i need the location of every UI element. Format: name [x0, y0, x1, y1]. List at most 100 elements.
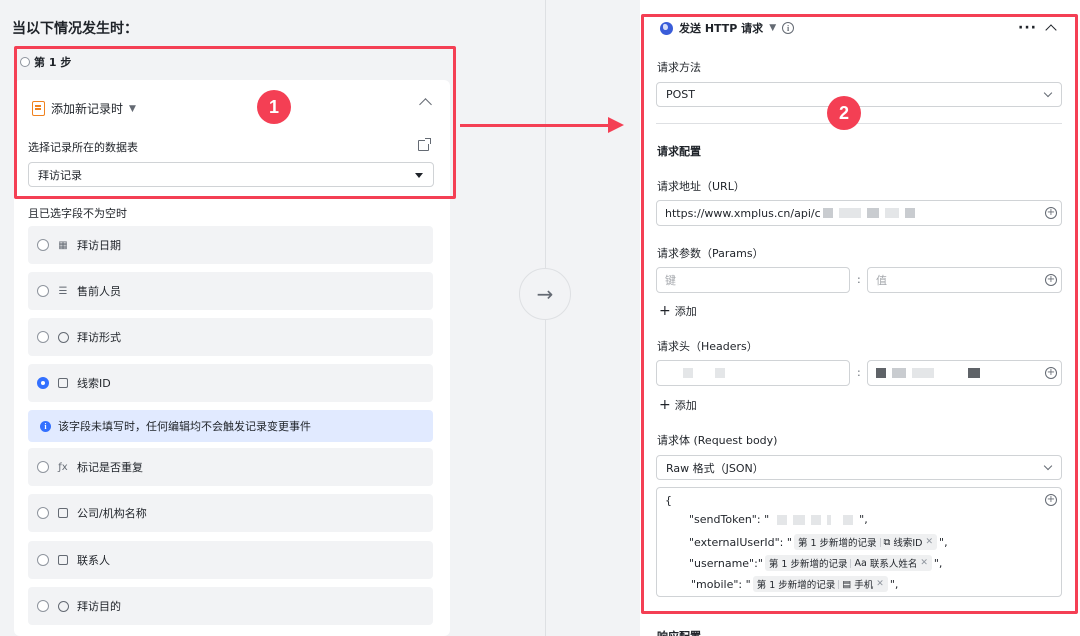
more-icon[interactable]: ···: [1018, 20, 1037, 36]
radio-button[interactable]: [37, 507, 49, 519]
dropdown-triangle-icon: [415, 172, 423, 178]
tag-divider: [838, 579, 840, 589]
code-line: "externalUserId": " 第 1 步新增的记录 ⧉ 线索ID ✕ …: [689, 534, 948, 550]
field-option[interactable]: ▦ 拜访日期: [28, 226, 433, 264]
field-option[interactable]: 拜访目的: [28, 587, 433, 625]
field-label: 线索ID: [77, 377, 111, 390]
insert-variable-icon[interactable]: +: [1045, 274, 1057, 286]
add-param-button[interactable]: + 添加: [659, 303, 697, 319]
caret-down-icon: ▼: [769, 23, 777, 33]
radio-button[interactable]: [37, 554, 49, 566]
tag-divider: [850, 558, 852, 568]
step-row: 第 1 步: [20, 54, 71, 70]
field-option[interactable]: ☰ 售前人员: [28, 272, 433, 310]
formula-icon: ƒx: [58, 461, 68, 473]
radio-button[interactable]: [37, 461, 49, 473]
code-line: "mobile": " 第 1 步新增的记录 ▤ 手机 ✕ ",: [691, 576, 898, 592]
action-type-label: 发送 HTTP 请求: [679, 22, 764, 35]
table-select-value: 拜访记录: [38, 168, 82, 182]
radio-button[interactable]: [37, 285, 49, 297]
params-key-input[interactable]: 键: [656, 267, 850, 293]
radio-button-checked[interactable]: [37, 377, 49, 389]
annotation-arrow-head: [608, 117, 624, 133]
tag-field: 线索ID: [893, 538, 923, 549]
field-option[interactable]: 公司/机构名称: [28, 494, 433, 532]
send-token-key: "sendToken": ": [689, 513, 770, 526]
redacted: [904, 208, 915, 218]
headers-label: 请求头（Headers）: [657, 340, 758, 353]
redacted: [793, 514, 806, 525]
tag-source: 第 1 步新增的记录: [756, 580, 836, 591]
text-doc-icon: [57, 554, 69, 566]
config-section-title: 请求配置: [657, 145, 701, 158]
radio-button[interactable]: [37, 331, 49, 343]
caret-down-icon: ▼: [129, 103, 136, 114]
annotation-badge-1: 1: [257, 90, 291, 124]
add-header-button[interactable]: + 添加: [659, 397, 697, 413]
trigger-type-dropdown[interactable]: 添加新记录时 ▼: [32, 100, 136, 117]
link-record-icon: ⧉: [883, 536, 891, 548]
field-option-selected[interactable]: 线索ID: [28, 364, 433, 402]
action-type-dropdown[interactable]: 发送 HTTP 请求 ▼ i: [660, 20, 795, 36]
url-input[interactable]: https://www.xmplus.cn/api/c: [656, 200, 1062, 226]
redacted: [811, 514, 822, 525]
url-value: https://www.xmplus.cn/api/c: [665, 206, 821, 220]
headers-value-input[interactable]: [867, 360, 1062, 386]
insert-variable-icon[interactable]: +: [1045, 494, 1057, 506]
method-select[interactable]: POST: [656, 82, 1062, 107]
mobile-key: "mobile": ": [691, 577, 751, 591]
redacted: [968, 368, 980, 378]
remove-icon[interactable]: ✕: [876, 579, 884, 589]
field-option[interactable]: 联系人: [28, 541, 433, 579]
body-format-select[interactable]: Raw 格式（JSON）: [656, 455, 1062, 480]
params-value-input[interactable]: 值: [867, 267, 1062, 293]
request-body-editor[interactable]: + { "sendToken": " ", "externalUserId": …: [656, 487, 1062, 597]
step-label: 第 1 步: [34, 56, 72, 69]
field-label: 拜访日期: [77, 239, 121, 252]
body-label: 请求体 (Request body): [657, 434, 778, 447]
remove-icon[interactable]: ✕: [925, 537, 933, 547]
tag-field: 联系人姓名: [869, 559, 918, 570]
chevron-down-icon: [1043, 461, 1053, 470]
line-end: ",: [933, 556, 943, 570]
plus-icon: +: [659, 397, 671, 413]
redacted: [838, 208, 861, 218]
variable-tag[interactable]: 第 1 步新增的记录 ⧉ 线索ID ✕: [793, 534, 938, 550]
info-text: 该字段未填写时，任何编辑均不会触发记录变更事件: [58, 420, 311, 433]
open-brace: {: [665, 494, 672, 507]
tag-divider: [879, 537, 881, 547]
next-section-title: 响应配置: [657, 628, 701, 636]
radio-button[interactable]: [37, 600, 49, 612]
params-value-placeholder: 值: [876, 274, 887, 287]
external-user-id-key: "externalUserId": ": [689, 535, 792, 549]
field-option[interactable]: ƒx 标记是否重复: [28, 448, 433, 486]
open-external-icon[interactable]: [418, 138, 431, 151]
line-end: ",: [859, 513, 868, 526]
variable-tag[interactable]: 第 1 步新增的记录 Aa 联系人姓名 ✕: [764, 555, 932, 571]
chevron-down-icon: [1043, 88, 1053, 97]
table-select[interactable]: 拜访记录: [28, 162, 434, 187]
plus-icon: +: [659, 303, 671, 319]
link-record-icon: [57, 377, 69, 389]
field-option[interactable]: 拜访形式: [28, 318, 433, 356]
params-label: 请求参数（Params）: [657, 247, 764, 260]
flow-arrow-icon: →: [519, 268, 571, 320]
insert-variable-icon[interactable]: +: [1045, 367, 1057, 379]
remove-icon[interactable]: ✕: [920, 558, 928, 568]
code-line: {: [665, 494, 672, 507]
list-icon: ☰: [58, 285, 68, 297]
code-line: "sendToken": " ",: [689, 513, 868, 526]
pane-title: 当以下情况发生时：: [12, 21, 138, 37]
info-icon[interactable]: i: [782, 22, 795, 34]
radio-button[interactable]: [37, 239, 49, 251]
insert-variable-icon[interactable]: +: [1045, 207, 1057, 219]
field-label: 拜访目的: [77, 600, 121, 613]
step-dot-icon: [20, 57, 30, 67]
collapse-icon[interactable]: [419, 98, 432, 111]
condition-label: 且已选字段不为空时: [28, 207, 127, 220]
headers-key-input[interactable]: [656, 360, 850, 386]
collapse-icon[interactable]: [1045, 24, 1057, 36]
variable-tag[interactable]: 第 1 步新增的记录 ▤ 手机 ✕: [752, 576, 888, 592]
field-label: 售前人员: [77, 285, 121, 298]
trigger-type-label: 添加新记录时: [51, 102, 124, 116]
